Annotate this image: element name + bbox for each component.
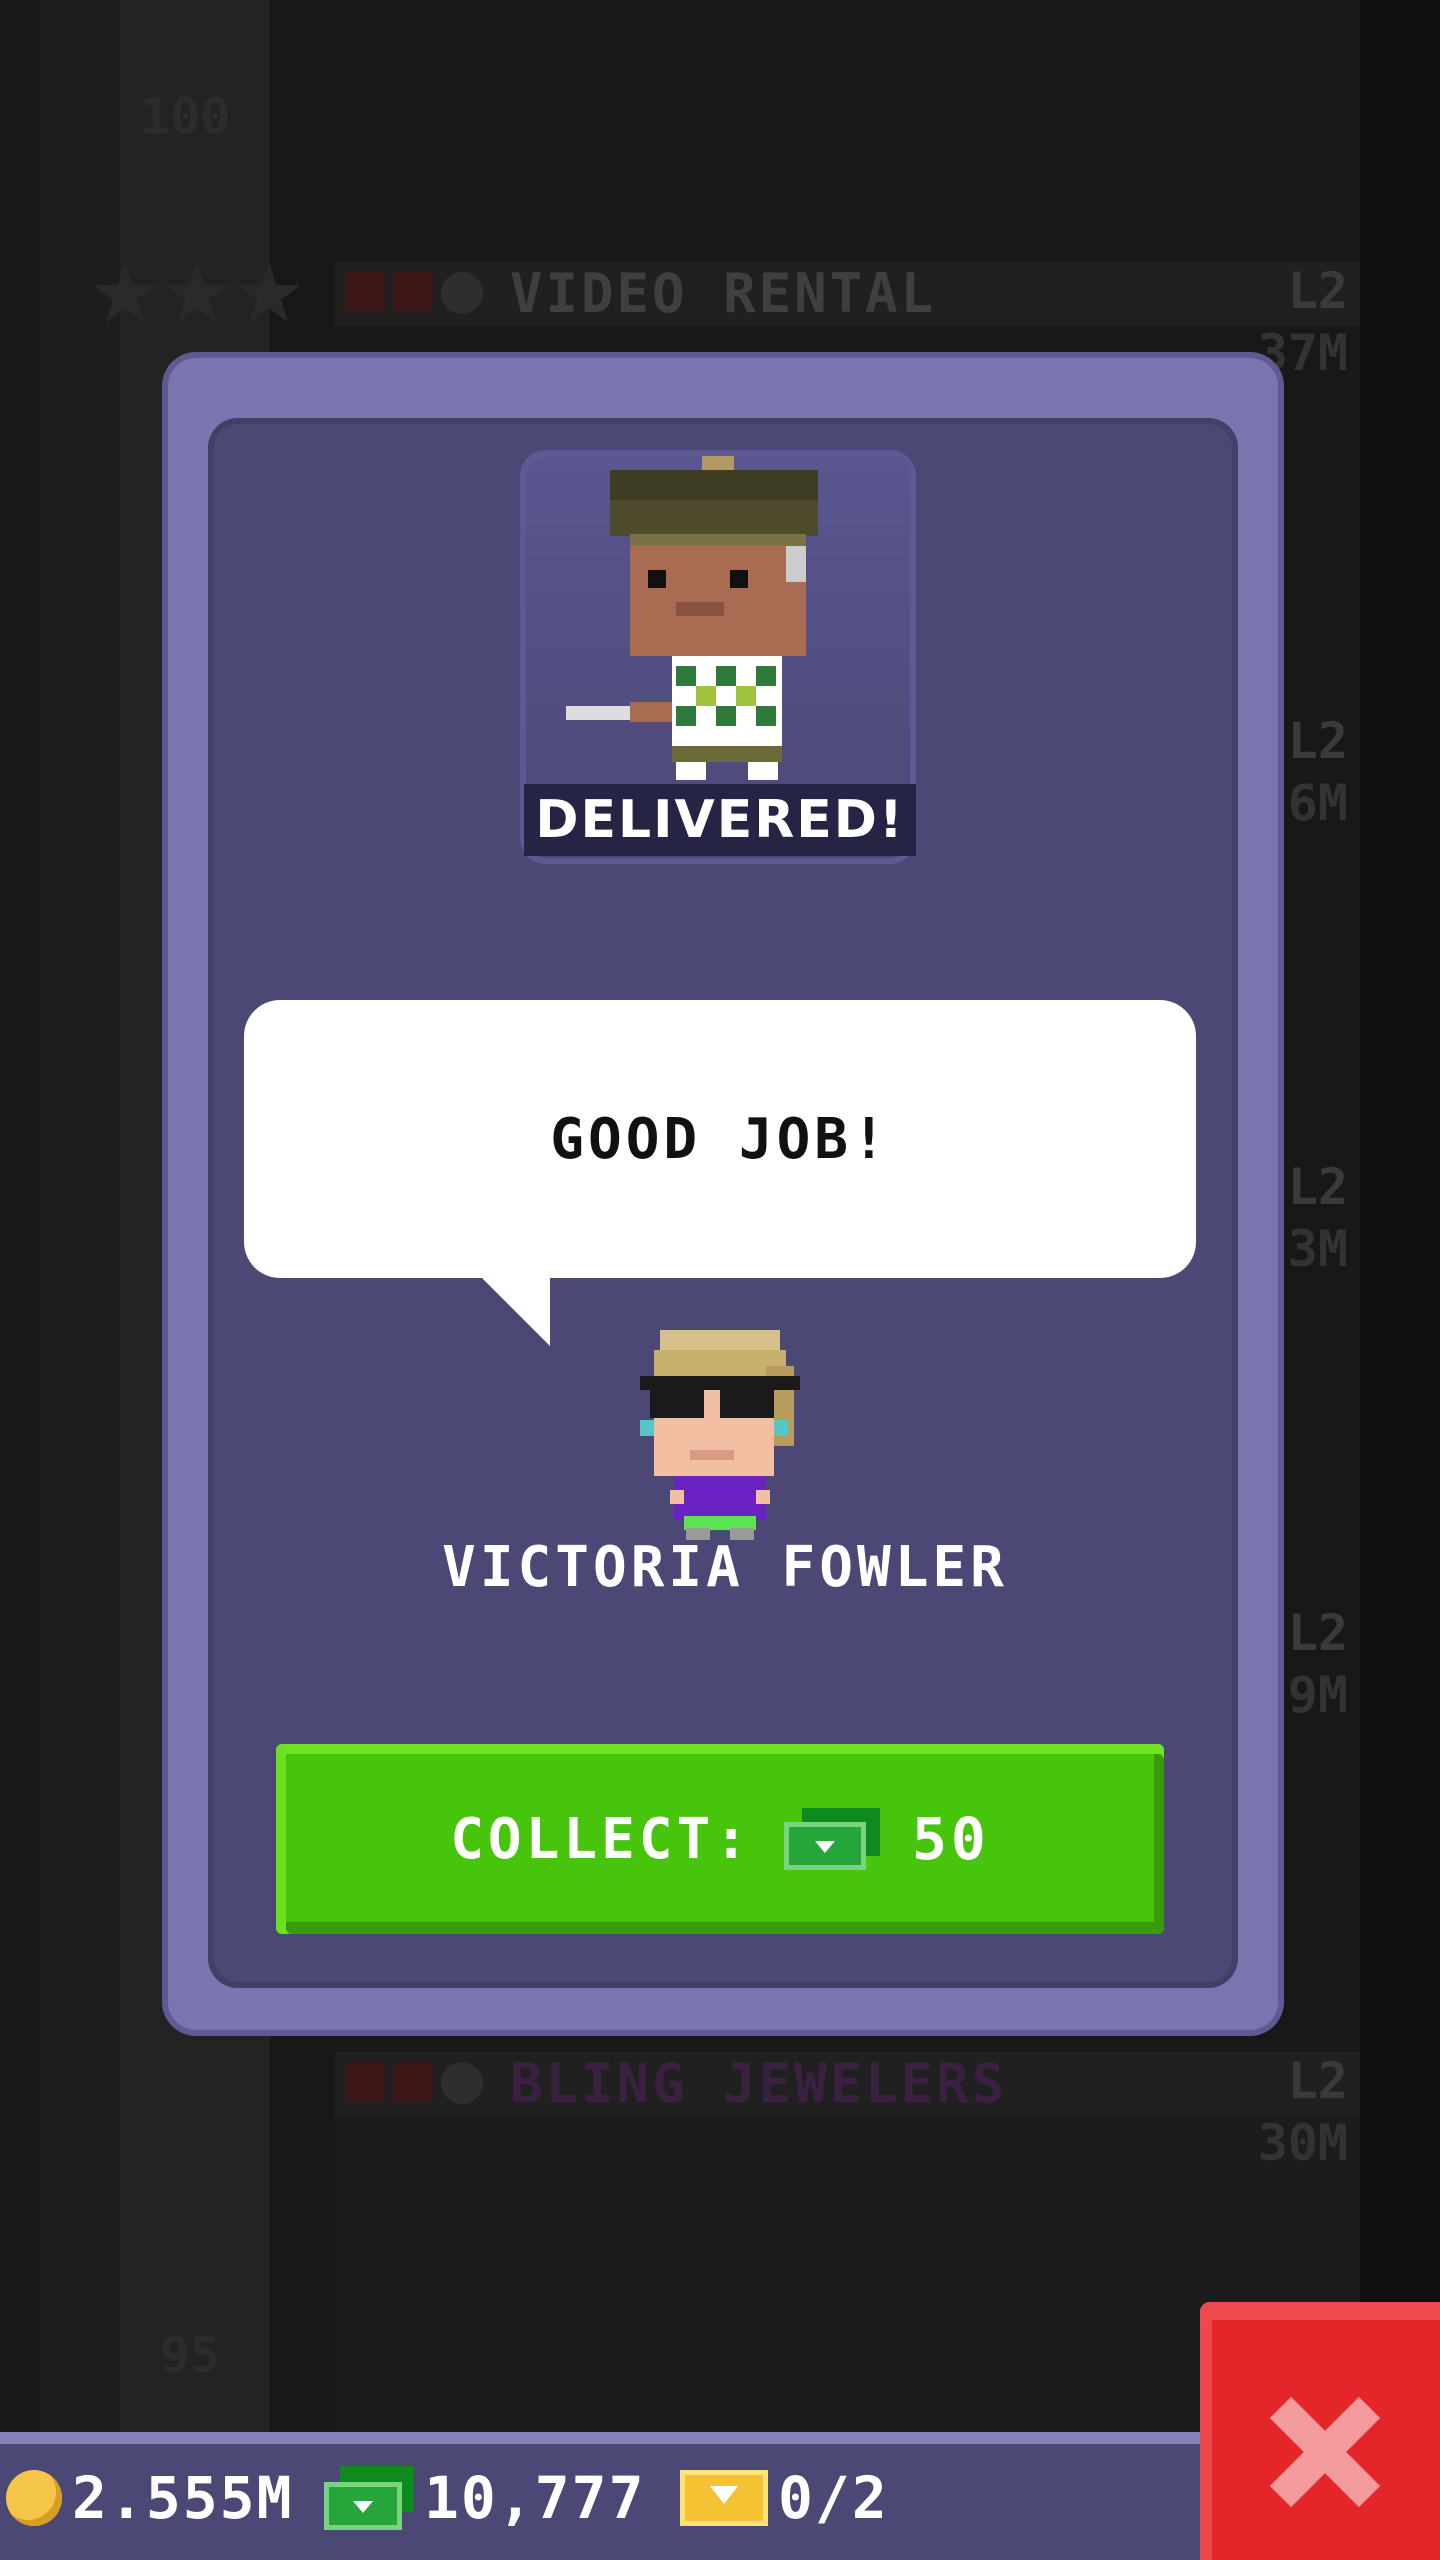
collect-button[interactable]: COLLECT: 50 bbox=[276, 1744, 1164, 1934]
tickets-value: 0/2 bbox=[778, 2464, 889, 2532]
close-icon bbox=[393, 2062, 433, 2102]
star-icon bbox=[237, 262, 301, 323]
delivered-status-banner: DELIVERED! bbox=[524, 784, 916, 856]
close-button[interactable] bbox=[1200, 2302, 1440, 2560]
close-icon bbox=[345, 272, 385, 312]
floor-status-badges bbox=[345, 2062, 483, 2104]
bux-value: 10,777 bbox=[424, 2464, 646, 2532]
golden-ticket-icon bbox=[680, 2470, 768, 2526]
close-icon bbox=[393, 272, 433, 312]
floor-price: 6M bbox=[1287, 774, 1348, 832]
golfer-character-icon bbox=[566, 456, 818, 780]
floor-rating-stars bbox=[92, 262, 302, 328]
floor-name: BLING JEWELERS bbox=[510, 2052, 1008, 2115]
floor-price: 30M bbox=[1257, 2114, 1348, 2172]
star-icon bbox=[165, 262, 229, 323]
close-icon bbox=[1270, 2397, 1380, 2507]
tower-bux-icon bbox=[324, 2466, 414, 2530]
close-icon bbox=[345, 2062, 385, 2102]
floor-level: L2 bbox=[1287, 712, 1348, 770]
speech-text: GOOD JOB! bbox=[550, 1106, 890, 1172]
coins-stat[interactable]: 2.555M bbox=[6, 2462, 294, 2534]
coin-icon bbox=[6, 2470, 62, 2526]
floor-name: VIDEO RENTAL bbox=[510, 262, 937, 325]
coins-value: 2.555M bbox=[72, 2464, 294, 2532]
floor-level: L2 bbox=[1287, 1604, 1348, 1662]
floor-level: L2 bbox=[1287, 1158, 1348, 1216]
floor-price: 9M bbox=[1287, 1666, 1348, 1724]
floor-number: 100 bbox=[140, 88, 231, 146]
floor-price: 3M bbox=[1287, 1220, 1348, 1278]
tower-right-wall bbox=[1360, 0, 1440, 2450]
collect-amount: 50 bbox=[911, 1805, 990, 1873]
clock-icon bbox=[441, 2062, 483, 2104]
sender-name: VICTORIA FOWLER bbox=[442, 1535, 1008, 1600]
star-icon bbox=[93, 262, 157, 323]
floor-level: L2 bbox=[1287, 2052, 1348, 2110]
collect-label: COLLECT: bbox=[450, 1806, 752, 1872]
tickets-stat[interactable]: 0/2 bbox=[680, 2462, 889, 2534]
floor-level: L2 bbox=[1287, 262, 1348, 320]
sender-avatar bbox=[640, 1330, 800, 1540]
clock-icon bbox=[441, 272, 483, 314]
floor-status-badges bbox=[345, 272, 483, 314]
tower-bux-icon bbox=[783, 1808, 880, 1870]
bux-stat[interactable]: 10,777 bbox=[324, 2462, 646, 2534]
floor-number: 95 bbox=[160, 2326, 221, 2384]
